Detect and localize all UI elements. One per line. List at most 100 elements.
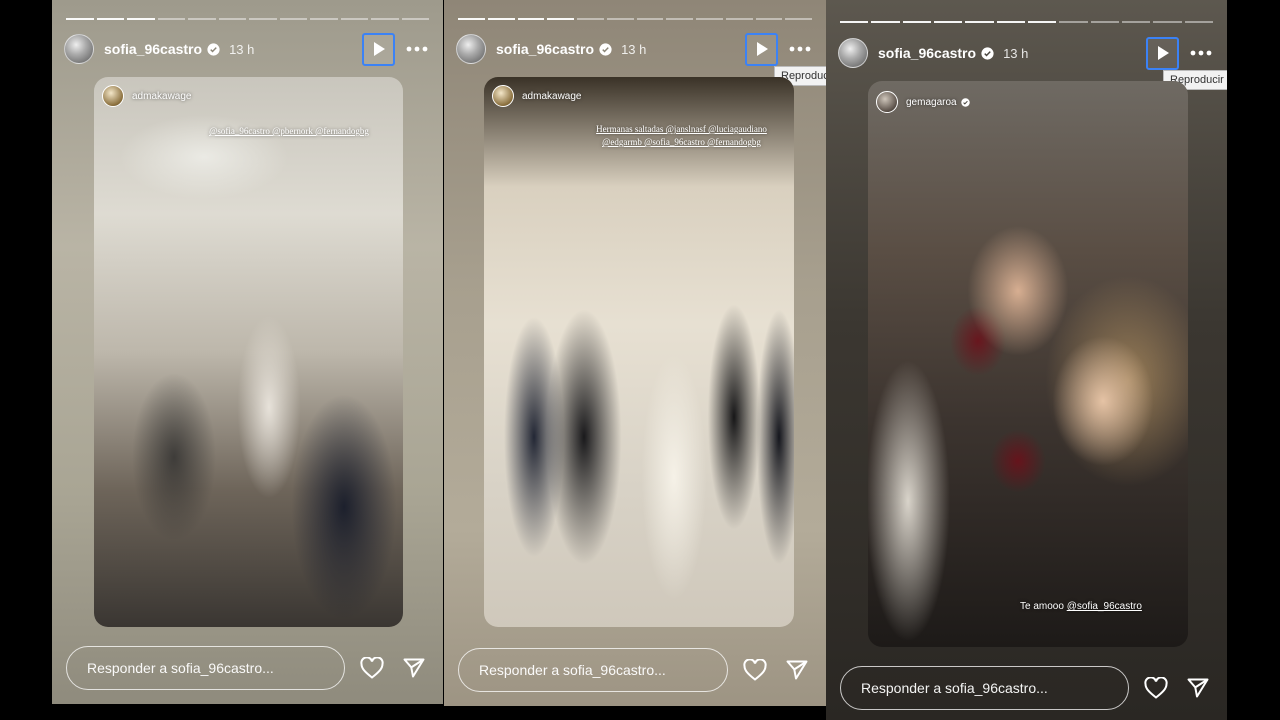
mention-avatar	[876, 91, 898, 113]
progress-segment	[1121, 21, 1151, 23]
story-footer: Responder a sofia_96castro...	[840, 666, 1213, 710]
story-header: sofia_96castro 13 h	[64, 32, 431, 66]
progress-segment	[188, 18, 216, 20]
progress-segment	[755, 18, 783, 20]
progress-segment	[785, 18, 812, 20]
progress-segment	[1153, 21, 1182, 23]
post-time: 13 h	[621, 41, 647, 57]
story-progress-bar	[840, 21, 1213, 24]
progress-segment	[310, 18, 338, 20]
more-options-icon	[1190, 50, 1212, 56]
progress-segment	[902, 21, 931, 23]
verified-badge-icon	[981, 46, 994, 60]
progress-segment	[127, 18, 155, 20]
story-media: gemagaroa Te amooo @sofia_96castro	[868, 81, 1188, 647]
progress-segment	[340, 18, 368, 20]
more-options-icon	[789, 46, 811, 52]
progress-segment	[1184, 21, 1213, 23]
progress-segment	[606, 18, 634, 20]
progress-segment	[965, 21, 994, 23]
progress-segment	[1027, 21, 1057, 23]
verified-badge-icon	[960, 97, 970, 107]
progress-segment	[696, 18, 723, 20]
send-icon	[403, 658, 425, 678]
play-button[interactable]	[1146, 36, 1179, 70]
more-options-icon	[406, 46, 428, 52]
like-button[interactable]	[357, 653, 387, 683]
progress-segment	[218, 18, 246, 20]
share-button[interactable]	[399, 653, 429, 683]
story-caption: Te amooo @sofia_96castro	[1020, 601, 1142, 612]
username[interactable]: sofia_96castro	[878, 45, 976, 61]
mention-overlay-text: Hermanas saltadas @janslnasf @luciagaudi…	[596, 124, 767, 147]
play-icon	[1157, 46, 1169, 60]
post-time: 13 h	[229, 41, 255, 57]
like-button[interactable]	[740, 655, 770, 685]
progress-segment	[401, 18, 429, 20]
progress-segment	[577, 18, 604, 20]
progress-segment	[157, 18, 185, 20]
verified-badge-icon	[599, 42, 612, 56]
story-footer: Responder a sofia_96castro...	[66, 646, 429, 690]
story-footer: Responder a sofia_96castro...	[458, 648, 812, 692]
story-media: admakawage Hermanas saltadas @janslnasf …	[484, 77, 794, 627]
send-icon	[1187, 678, 1209, 698]
avatar[interactable]	[64, 34, 94, 64]
share-button[interactable]	[1183, 673, 1213, 703]
reshared-from-tag[interactable]: gemagaroa	[876, 91, 970, 113]
heart-icon	[1144, 677, 1168, 699]
caption-text: Te amooo	[1020, 601, 1064, 612]
more-options-button[interactable]	[1187, 43, 1215, 63]
progress-segment	[1059, 21, 1088, 23]
more-options-button[interactable]	[403, 39, 431, 59]
progress-segment	[933, 21, 963, 23]
mention-avatar	[102, 85, 124, 107]
heart-icon	[743, 659, 767, 681]
progress-segment	[666, 18, 693, 20]
story-header: sofia_96castro 13 h	[456, 32, 814, 66]
play-icon	[756, 42, 768, 56]
progress-segment	[725, 18, 753, 20]
story-panel-2: sofia_96castro 13 h Reproducir admakawag…	[444, 0, 826, 706]
caption-mention-link[interactable]: @sofia_96castro	[1067, 601, 1142, 612]
mention-username: admakawage	[522, 90, 582, 102]
progress-segment	[636, 18, 664, 20]
heart-icon	[360, 657, 384, 679]
progress-segment	[1090, 21, 1119, 23]
progress-segment	[96, 18, 124, 20]
play-icon	[373, 42, 385, 56]
progress-segment	[249, 18, 277, 20]
story-progress-bar	[458, 18, 812, 21]
reply-input[interactable]: Responder a sofia_96castro...	[66, 646, 345, 690]
progress-segment	[487, 18, 515, 20]
avatar[interactable]	[838, 38, 868, 68]
progress-segment	[840, 21, 869, 23]
send-icon	[786, 660, 808, 680]
progress-segment	[547, 18, 574, 20]
username[interactable]: sofia_96castro	[496, 41, 594, 57]
reply-placeholder: Responder a sofia_96castro...	[87, 660, 274, 676]
mention-overlay-text: @sofia_96castro @pbernork @fernandogbg	[209, 126, 369, 136]
username[interactable]: sofia_96castro	[104, 41, 202, 57]
progress-segment	[517, 18, 545, 20]
play-button[interactable]	[745, 32, 778, 66]
more-options-button[interactable]	[786, 39, 814, 59]
avatar[interactable]	[456, 34, 486, 64]
story-media: admakawage @sofia_96castro @pbernork @fe…	[94, 77, 403, 627]
story-progress-bar	[66, 18, 429, 21]
play-button[interactable]	[362, 32, 395, 66]
progress-segment	[371, 18, 399, 20]
mention-username: admakawage	[132, 90, 192, 102]
progress-segment	[66, 18, 94, 20]
reply-input[interactable]: Responder a sofia_96castro...	[840, 666, 1129, 710]
share-button[interactable]	[782, 655, 812, 685]
reshared-from-tag[interactable]: admakawage	[492, 85, 581, 107]
reply-input[interactable]: Responder a sofia_96castro...	[458, 648, 728, 692]
verified-badge-icon	[207, 42, 220, 56]
story-panel-1: sofia_96castro 13 h admakawage @sofia_96…	[52, 0, 443, 704]
reshared-from-tag[interactable]: admakawage	[102, 85, 191, 107]
progress-segment	[996, 21, 1025, 23]
progress-segment	[279, 18, 307, 20]
like-button[interactable]	[1141, 673, 1171, 703]
reply-placeholder: Responder a sofia_96castro...	[861, 680, 1048, 696]
